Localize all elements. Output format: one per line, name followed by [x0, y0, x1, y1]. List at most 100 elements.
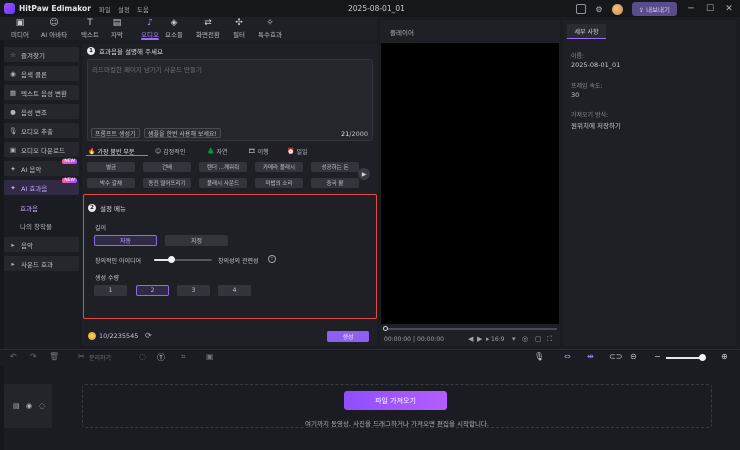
info-icon[interactable]: i — [268, 255, 276, 263]
settings-gear-icon[interactable]: ⚙ — [595, 5, 602, 14]
sidebar-group-music[interactable]: ▸ 음악 — [4, 237, 79, 252]
tool-label: 필터 — [233, 31, 245, 39]
tab-emotional[interactable]: 😊 감정적인 — [155, 147, 185, 156]
sidebar-subitem-my-creations[interactable]: 나의 창작물 — [20, 221, 52, 231]
step-badge: 1 — [87, 47, 95, 55]
fire-icon: 🔥 — [88, 148, 96, 155]
crop-icon[interactable]: ⌗ — [181, 352, 186, 362]
track-mute-icon[interactable]: ◌ — [39, 402, 45, 410]
sfx-tag[interactable]: 중국 활 — [311, 178, 359, 188]
play-icon[interactable]: ▶ — [477, 335, 482, 343]
chain-icon[interactable]: ⊂⊃ — [609, 352, 622, 361]
new-badge: NEW — [62, 178, 77, 183]
prompt-textarea[interactable]: 리드미컬한 페이지 넘기기 사운드 만들기 프롬프트 생성기 샘플을 한번 사용… — [87, 59, 373, 141]
close-button[interactable]: ✕ — [724, 4, 734, 14]
sfx-tag[interactable]: 카메라 플래시 — [255, 162, 303, 172]
sidebar-item-voice-changer[interactable]: ● 음성 변조 — [4, 104, 79, 119]
snapshot-icon[interactable]: ◎ — [522, 335, 528, 343]
tab-details[interactable]: 세부 사항 — [567, 24, 606, 39]
clock-icon: ⏰ — [287, 148, 295, 155]
playhead-handle[interactable] — [383, 326, 388, 331]
ratio-dropdown-icon[interactable]: ▾ — [512, 335, 516, 343]
fit-icon[interactable]: ▢ — [535, 335, 542, 343]
link-icon[interactable]: ⇔ — [564, 352, 571, 361]
sample-prompt-button[interactable]: 샘플을 한번 사용해 보세요! — [144, 128, 221, 138]
slider-right-label: 창의성의 관련성 — [218, 258, 259, 265]
tags-next-icon[interactable]: ▶ — [358, 168, 370, 180]
zoom-in-icon[interactable]: ⊕ — [721, 352, 728, 361]
menu-file[interactable]: 파일 — [99, 4, 111, 14]
tool-media[interactable]: ▣ 미디어 — [2, 18, 38, 39]
tab-transition[interactable]: 🎞 이행 — [248, 147, 269, 156]
playback-progress[interactable] — [385, 328, 557, 330]
zoom-out-icon[interactable]: − — [654, 352, 661, 361]
sfx-tag[interactable]: 성공하는 돈 — [311, 162, 359, 172]
length-label: 길이 — [95, 225, 107, 232]
char-max: /2000 — [349, 130, 368, 138]
sfx-tag[interactable]: 박수 갈채 — [87, 178, 135, 188]
prompt-generator-button[interactable]: 프롬프트 생성기 — [91, 128, 140, 138]
tool-ai-avatar[interactable]: ☺ AI 아바타 — [36, 18, 72, 39]
marker-icon[interactable]: ◌ — [139, 352, 146, 361]
credits-display: 10/2235545 — [99, 332, 138, 340]
track-icon[interactable]: ⊝ — [630, 352, 637, 361]
delete-icon[interactable]: 🗑 — [49, 352, 59, 361]
track-video-icon[interactable]: ▤ — [13, 402, 20, 410]
menu-help[interactable]: 도움 — [137, 4, 149, 14]
sidebar-item-tts[interactable]: ▦ 텍스트 음성 변환 — [4, 85, 79, 100]
count-option-4[interactable]: 4 — [218, 285, 251, 296]
sidebar-group-sound-effects[interactable]: ▸ 사운드 효과 — [4, 256, 79, 271]
sidebar-item-favorites[interactable]: ☆ 즐겨찾기 — [4, 47, 79, 62]
length-custom-button[interactable]: 지정 — [165, 235, 228, 246]
count-option-2[interactable]: 2 — [136, 285, 169, 296]
main-toolbar: ▣ 미디어 ☺ AI 아바타 T 텍스트 ▤ 자막 ♪ 오디오 ◈ 요소들 ⇄ 화면전환 ✣ 필… — [0, 17, 377, 40]
creativity-slider-thumb[interactable] — [167, 256, 175, 263]
sfx-tag[interactable]: 플래시 사운드 — [199, 178, 247, 188]
zoom-slider-thumb[interactable] — [699, 354, 706, 361]
maximize-button[interactable]: ☐ — [705, 4, 715, 14]
sidebar-subitem-sfx[interactable]: 효과음 — [20, 203, 38, 213]
sidebar-item-ai-music[interactable]: ✦ AI 음악 NEW — [4, 159, 79, 176]
export-button[interactable]: ⇪ 내보내기 — [631, 2, 677, 16]
sidebar-item-ai-sfx[interactable]: ✦ AI 효과음 NEW — [4, 178, 79, 195]
next-frame-icon[interactable]: ▸ — [486, 335, 490, 343]
count-label: 생성 수량 — [95, 275, 119, 282]
tool-effects[interactable]: ✧ 특수효과 — [252, 18, 288, 39]
tab-daily[interactable]: ⏰ 일일 — [287, 147, 308, 156]
record-icon[interactable]: ▣ — [206, 352, 214, 361]
sfx-tag[interactable]: 동전 떨어뜨리기 — [143, 178, 191, 188]
menu-settings[interactable]: 설정 — [118, 4, 130, 14]
length-auto-button[interactable]: 자동 — [94, 235, 157, 246]
import-files-button[interactable]: 파일 가져오기 — [344, 391, 447, 410]
refresh-icon[interactable]: ⟳ — [145, 331, 152, 340]
sidebar-item-voice-clone[interactable]: ◉ 음색 클론 — [4, 66, 79, 81]
microphone-icon[interactable]: 🎙 — [534, 352, 544, 361]
sidebar-item-label: 텍스트 음성 변환 — [21, 89, 67, 98]
aspect-ratio[interactable]: 16:9 — [491, 336, 504, 343]
count-option-1[interactable]: 1 — [94, 285, 127, 296]
track-lock-icon[interactable]: ◉ — [26, 402, 32, 410]
fullscreen-icon[interactable]: ⛶ — [547, 335, 552, 344]
sfx-tag[interactable]: 마법의 소리 — [255, 178, 303, 188]
redo-icon[interactable]: ↷ — [30, 352, 37, 361]
text-tool-icon[interactable]: Ⓣ — [157, 352, 165, 363]
prev-frame-icon[interactable]: ◀ — [468, 335, 473, 343]
magnet-icon[interactable]: ⇹ — [587, 352, 594, 361]
sfx-tag[interactable]: 렌더 ...깨워줘 — [199, 162, 247, 172]
sidebar-item-audio-download[interactable]: ▣ 오디오 다운로드 — [4, 142, 79, 157]
layout-icon[interactable] — [576, 4, 587, 14]
preview-screen[interactable] — [381, 43, 559, 324]
tool-subtitle[interactable]: ▤ 자막 — [99, 18, 135, 39]
undo-icon[interactable]: ↶ — [10, 352, 17, 361]
generate-button[interactable]: 생성 — [327, 331, 369, 342]
split-icon[interactable]: ✂ — [78, 352, 85, 361]
sfx-tag[interactable]: 별금 — [87, 162, 135, 172]
tool-elements[interactable]: ◈ 요소들 — [156, 18, 192, 39]
sidebar-item-audio-extract[interactable]: 🎙 오디오 추출 — [4, 123, 79, 138]
smile-icon: 😊 — [155, 148, 162, 155]
tab-nature[interactable]: 🌲 자연 — [207, 147, 228, 156]
minimize-button[interactable]: ─ — [686, 4, 696, 14]
count-option-3[interactable]: 3 — [177, 285, 210, 296]
sfx-tag[interactable]: 건배 — [143, 162, 191, 172]
avatar[interactable] — [611, 3, 623, 15]
